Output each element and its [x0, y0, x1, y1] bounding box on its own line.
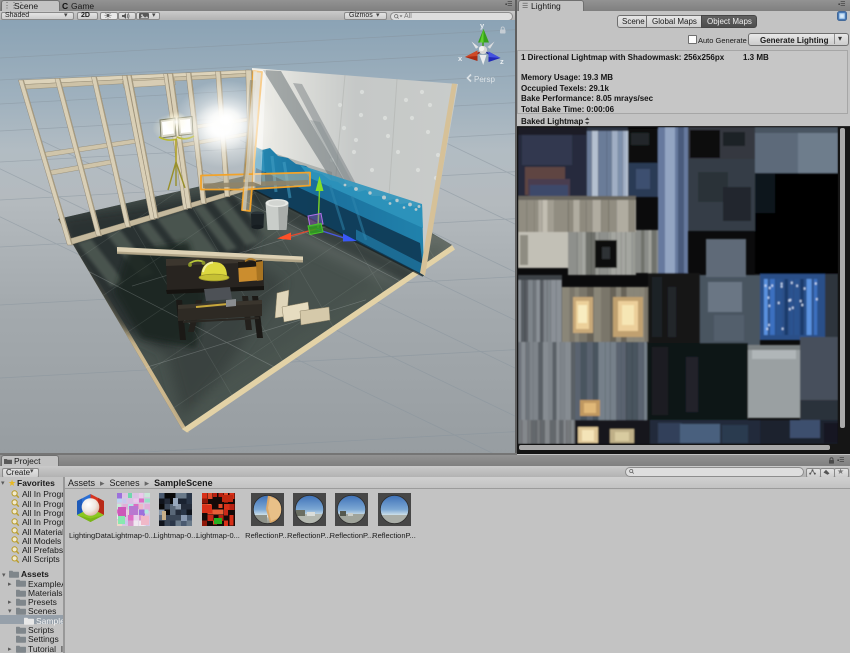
svg-text:Persp: Persp [474, 75, 495, 84]
svg-text:z: z [500, 57, 504, 66]
